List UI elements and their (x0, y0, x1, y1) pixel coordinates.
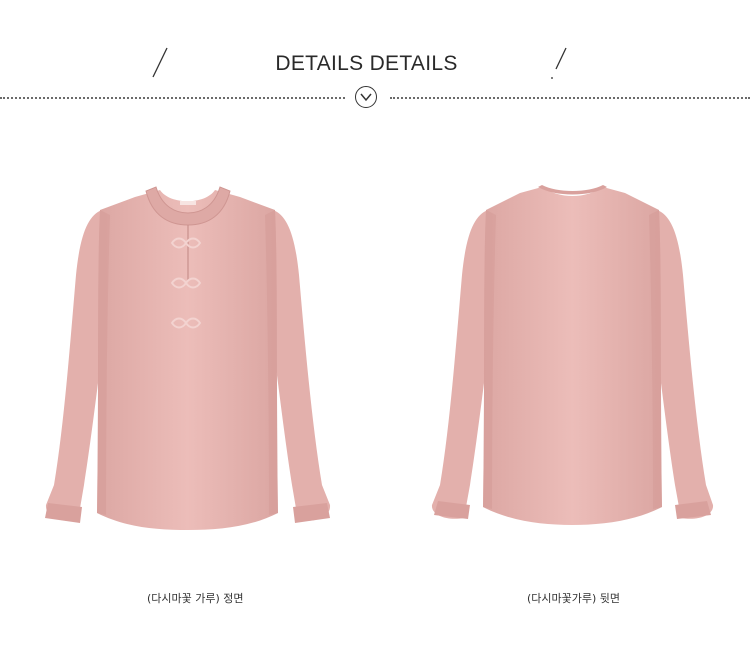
dotted-divider-right (390, 97, 750, 99)
front-view-caption: (다시마꽃 가루) 정면 (147, 592, 244, 605)
dotted-divider-left (0, 97, 345, 99)
blouse-front-image (45, 186, 331, 530)
section-title: DETAILS DETAILS (275, 52, 458, 75)
details-header: DETAILS DETAILS (0, 0, 750, 120)
back-view-caption: (다시마꽃가루) 뒷면 (527, 592, 621, 605)
chevron-down-icon[interactable] (355, 86, 377, 108)
decorative-dot (551, 77, 553, 79)
blouse-back-image (431, 185, 714, 525)
